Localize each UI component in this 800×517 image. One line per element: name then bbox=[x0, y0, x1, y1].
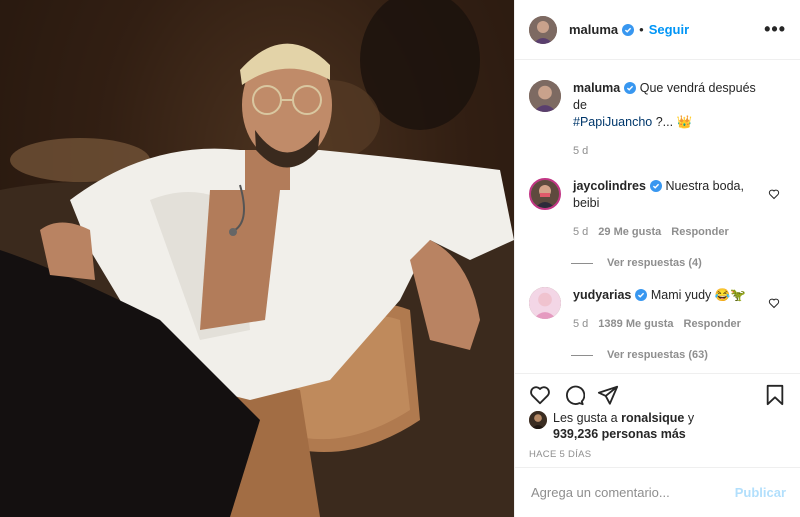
author-avatar[interactable] bbox=[529, 15, 557, 44]
likes-summary: Les gusta a ronalsique y 939,236 persona… bbox=[529, 410, 786, 442]
verified-badge-icon bbox=[635, 289, 648, 301]
caption-meta: 5 d bbox=[573, 143, 758, 160]
caption-avatar[interactable] bbox=[529, 80, 561, 112]
comment-icon[interactable] bbox=[563, 384, 585, 406]
post-header: maluma • Seguir ••• bbox=[515, 0, 800, 60]
liker-avatar[interactable] bbox=[529, 411, 547, 429]
comment-input[interactable] bbox=[529, 484, 735, 501]
verified-badge-icon bbox=[649, 180, 662, 192]
replies-line bbox=[571, 354, 593, 356]
comment-text: Mami yudy 😂🦖 bbox=[650, 288, 746, 302]
comment-meta: 5 d 29 Me gusta Responder bbox=[573, 224, 758, 241]
view-replies-label: Ver respuestas (63) bbox=[607, 349, 708, 361]
likes-count[interactable]: 939,236 personas más bbox=[553, 427, 686, 441]
post-photo[interactable] bbox=[0, 0, 514, 517]
likes-connector: y bbox=[687, 411, 695, 425]
view-replies-label: Ver respuestas (4) bbox=[607, 257, 702, 269]
comment-body: yudyarias Mami yudy 😂🦖 5 d 1389 Me gusta… bbox=[573, 287, 758, 333]
view-replies-button[interactable]: Ver respuestas (4) bbox=[571, 257, 786, 269]
replies-line bbox=[571, 262, 593, 264]
view-replies-button[interactable]: Ver respuestas (63) bbox=[571, 349, 786, 361]
comment-composer: Publicar bbox=[515, 467, 800, 517]
likes-prefix: Les gusta a bbox=[553, 411, 618, 425]
caption-hashtag[interactable]: #PapiJuancho bbox=[573, 115, 652, 129]
verified-badge-icon bbox=[622, 23, 635, 36]
caption-body: maluma Que vendrá después de #PapiJuanch… bbox=[573, 80, 758, 160]
post-side-panel: maluma • Seguir ••• maluma Que vendrá de… bbox=[514, 0, 800, 517]
comment-item: jaycolindres Nuestra boda, beibi 5 d 29 … bbox=[529, 178, 786, 241]
instagram-post: maluma • Seguir ••• maluma Que vendrá de… bbox=[0, 0, 800, 517]
publish-button[interactable]: Publicar bbox=[735, 485, 786, 500]
commenter-avatar[interactable] bbox=[529, 178, 561, 210]
comment-like-icon[interactable] bbox=[768, 188, 780, 200]
comment-likes[interactable]: 29 Me gusta bbox=[598, 224, 661, 241]
commenter-username[interactable]: jaycolindres bbox=[573, 179, 646, 193]
comment-meta: 5 d 1389 Me gusta Responder bbox=[573, 316, 758, 333]
comment-likes[interactable]: 1389 Me gusta bbox=[598, 316, 673, 333]
post-date[interactable]: HACE 5 DÍAS bbox=[529, 449, 591, 460]
action-bar bbox=[515, 373, 800, 407]
comment-body: jaycolindres Nuestra boda, beibi 5 d 29 … bbox=[573, 178, 758, 241]
separator-dot: • bbox=[639, 22, 644, 37]
comment-like-icon[interactable] bbox=[768, 297, 780, 309]
caption-suffix: ?... 👑 bbox=[655, 115, 693, 129]
share-icon[interactable] bbox=[597, 384, 619, 406]
comments-list[interactable]: maluma Que vendrá después de #PapiJuanch… bbox=[515, 60, 800, 373]
reply-button[interactable]: Responder bbox=[671, 224, 728, 241]
more-options-icon[interactable]: ••• bbox=[764, 19, 786, 40]
liker-username[interactable]: ronalsique bbox=[621, 411, 684, 425]
caption-username[interactable]: maluma bbox=[573, 81, 620, 95]
comment-time[interactable]: 5 d bbox=[573, 224, 588, 241]
caption-time[interactable]: 5 d bbox=[573, 143, 588, 160]
caption: maluma Que vendrá después de #PapiJuanch… bbox=[529, 80, 786, 160]
reply-button[interactable]: Responder bbox=[684, 316, 741, 333]
post-photo-illustration bbox=[0, 0, 514, 517]
follow-button[interactable]: Seguir bbox=[649, 22, 689, 37]
author-username[interactable]: maluma bbox=[569, 22, 618, 37]
like-icon[interactable] bbox=[529, 384, 551, 406]
commenter-username[interactable]: yudyarias bbox=[573, 288, 631, 302]
commenter-avatar[interactable] bbox=[529, 287, 561, 319]
comment-time[interactable]: 5 d bbox=[573, 316, 588, 333]
bookmark-icon[interactable] bbox=[764, 384, 786, 406]
likes-text: Les gusta a ronalsique y 939,236 persona… bbox=[553, 410, 694, 442]
verified-badge-icon bbox=[624, 82, 637, 94]
comment-item: yudyarias Mami yudy 😂🦖 5 d 1389 Me gusta… bbox=[529, 287, 786, 333]
